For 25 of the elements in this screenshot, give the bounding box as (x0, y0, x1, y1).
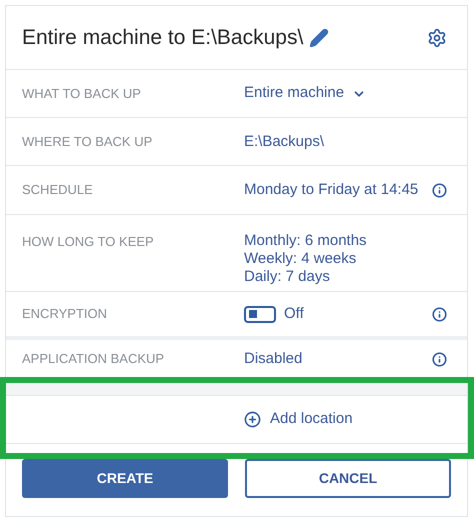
info-icon[interactable] (432, 182, 447, 198)
setting-value[interactable]: Disabled (244, 350, 302, 368)
toggle-state: Off (284, 304, 304, 324)
setting-label: WHAT TO BACK UP (22, 84, 142, 103)
setting-label: APPLICATION BACKUP (22, 350, 166, 368)
create-button[interactable]: CREATE (22, 459, 228, 498)
setting-value[interactable]: Monthly: 6 months (244, 232, 367, 250)
add-location-button[interactable]: Add location (244, 408, 353, 431)
setting-label: SCHEDULE (22, 181, 94, 200)
source-dropdown[interactable]: Entire machine (244, 82, 366, 105)
setting-label: WHERE TO BACK UP (22, 132, 154, 151)
setting-value[interactable]: Monday to Friday at 14:45 (244, 181, 418, 199)
setting-label: ENCRYPTION (22, 305, 108, 324)
setting-value[interactable]: Daily: 7 days (244, 268, 367, 286)
cancel-button[interactable]: CANCEL (245, 459, 451, 498)
setting-value[interactable]: E:\Backups\ (244, 132, 324, 150)
plan-title: Entire machine to E:\Backups\ (22, 24, 304, 51)
info-icon[interactable] (432, 352, 447, 366)
pencil-icon[interactable] (309, 28, 330, 48)
info-icon[interactable] (432, 306, 447, 322)
setting-value[interactable]: Weekly: 4 weeks (244, 250, 367, 268)
plus-circle-icon (244, 411, 261, 428)
setting-label: HOW LONG TO KEEP (22, 233, 155, 251)
toggle-switch[interactable] (244, 306, 276, 322)
settings-icon[interactable] (427, 28, 447, 48)
